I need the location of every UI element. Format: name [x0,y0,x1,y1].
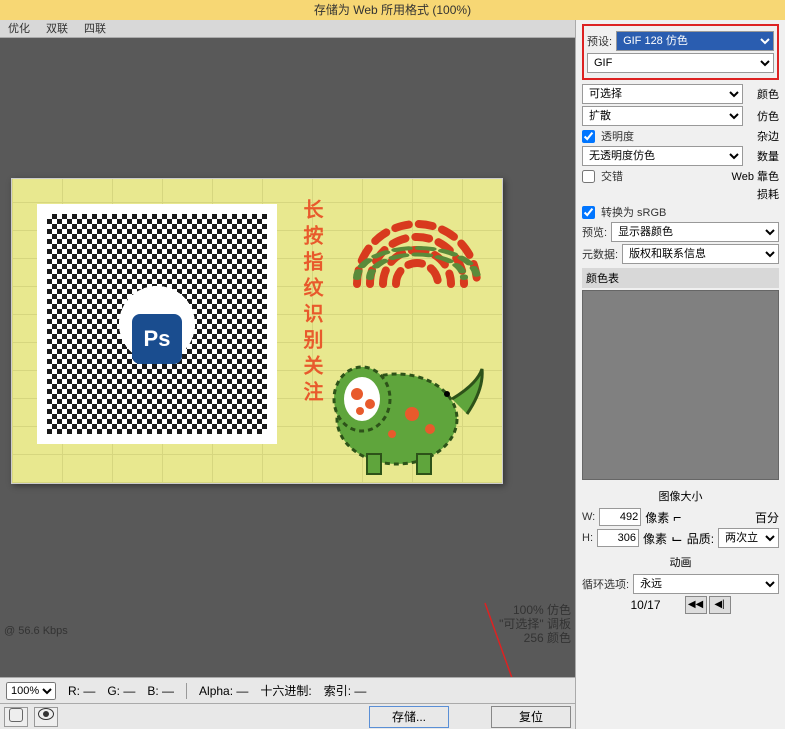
settings-panel: 预设: GIF 128 仿色 GIF 可选择 颜色 扩散 仿色 透明度 杂边 无… [575,20,785,729]
websnap-label: Web 靠色 [732,168,779,184]
preview-select[interactable]: 显示器颜色 [611,222,779,242]
alpha-value: Alpha: — [199,684,248,698]
preset-highlight: 预设: GIF 128 仿色 GIF [582,24,779,80]
index-value: 索引: — [324,682,367,699]
imagesize-title: 图像大小 [582,486,779,506]
hex-label: 十六进制: [260,682,311,699]
r-value: R: — [68,684,95,698]
color-table-title: 颜色表 [582,268,779,288]
zoom-select[interactable]: 100% [6,682,56,700]
height-field[interactable] [597,529,639,547]
preview-canvas[interactable]: Ps 长按指纹识别关注 [0,38,575,677]
reset-button[interactable]: 复位 [491,706,571,728]
transparency-checkbox[interactable] [582,130,595,143]
preview-label: 预览: [582,224,607,240]
loop-select[interactable]: 永远 [633,574,779,594]
preset-select[interactable]: GIF 128 仿色 [616,31,774,51]
g-value: G: — [107,684,135,698]
metadata-label: 元数据: [582,246,618,262]
animation-title: 动画 [582,552,779,572]
height-label: H: [582,532,593,544]
interlace-checkbox[interactable] [582,170,595,183]
b-value: B: — [147,684,174,698]
width-label: W: [582,511,595,523]
width-field[interactable] [599,508,641,526]
dither-label: 仿色 [747,108,779,124]
interlace-label: 交错 [601,168,623,184]
matte-label: 杂边 [747,128,779,144]
srgb-label: 转换为 sRGB [601,204,666,220]
px-label-w: 像素 [645,509,669,526]
amount-label: 数量 [747,148,779,164]
first-frame-button[interactable]: ◀◀ [685,596,707,614]
status-info: 100% 仿色 "可选择" 调板 256 颜色 [499,603,571,645]
tab-optimize[interactable]: 优化 [4,20,34,37]
status-kbps: @ 56.6 Kbps [4,625,68,637]
metadata-select[interactable]: 版权和联系信息 [622,244,779,264]
palette-select[interactable]: 可选择 [582,84,743,104]
info-bar: 100% R: — G: — B: — Alpha: — 十六进制: 索引: — [0,677,575,703]
format-select[interactable]: GIF [587,53,774,73]
colors-label: 颜色 [747,86,779,102]
ps-logo-icon: Ps [132,314,182,364]
preview-tool-button[interactable] [34,707,58,727]
window-title: 存储为 Web 所用格式 (100%) [0,0,785,20]
color-table[interactable] [582,290,779,480]
frame-counter: 10/17 [630,598,660,612]
preset-label: 预设: [587,33,612,49]
tab-2up[interactable]: 双联 [42,20,72,37]
save-button[interactable]: 存储... [369,706,449,728]
qr-code: Ps [37,204,277,444]
quality-select[interactable]: 两次立 [718,528,779,548]
prev-frame-button[interactable]: ◀| [709,596,731,614]
dither-select[interactable]: 扩散 [582,106,743,126]
srgb-checkbox[interactable] [582,206,595,219]
view-tabs: 优化 双联 四联 [0,20,575,38]
elephant-icon [312,339,492,479]
quality-label: 品质: [687,530,714,547]
tab-4up[interactable]: 四联 [80,20,110,37]
tool-row: 存储... 复位 [0,703,575,729]
hand-tool-button[interactable] [4,707,28,727]
loss-label: 损耗 [747,186,779,202]
transparency-label: 透明度 [601,128,634,144]
trans-dither-select[interactable]: 无透明度仿色 [582,146,743,166]
fingerprint-icon [342,194,492,324]
percent-label: 百分 [755,509,779,526]
artwork-preview: Ps 长按指纹识别关注 [11,178,503,484]
loop-label: 循环选项: [582,576,629,592]
px-label-h: 像素 [643,530,667,547]
